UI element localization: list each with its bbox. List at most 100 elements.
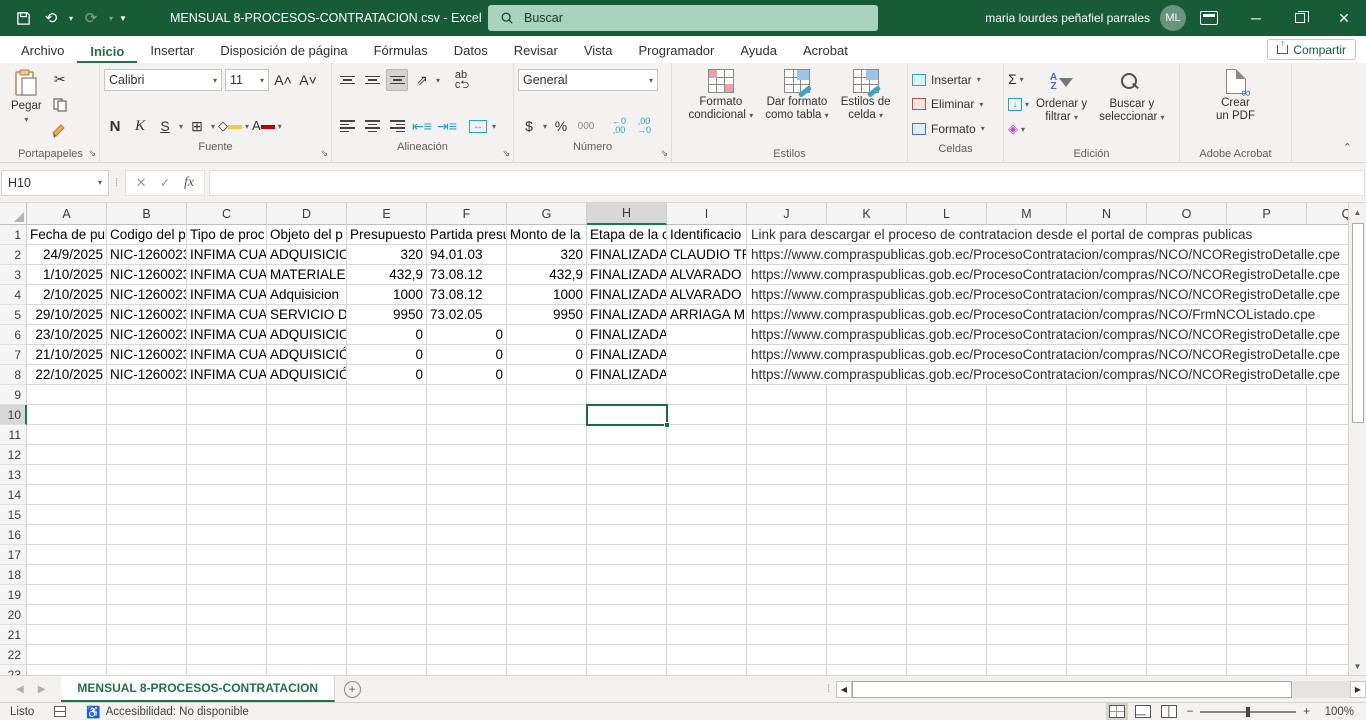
insert-function-icon[interactable]: fx bbox=[178, 175, 200, 191]
vertical-scrollbar[interactable]: ▲ ▼ bbox=[1348, 203, 1366, 675]
cell-I18[interactable] bbox=[667, 565, 747, 585]
cell-D4[interactable]: Adquisicion bbox=[267, 285, 347, 305]
cell-E9[interactable] bbox=[347, 385, 427, 405]
column-header-E[interactable]: E bbox=[347, 203, 427, 225]
cell-I12[interactable] bbox=[667, 445, 747, 465]
cell-F1[interactable]: Partida presu bbox=[427, 225, 507, 245]
cell-B15[interactable] bbox=[107, 505, 187, 525]
cell-L15[interactable] bbox=[907, 505, 987, 525]
cell-C14[interactable] bbox=[187, 485, 267, 505]
scroll-up-icon[interactable]: ▲ bbox=[1349, 203, 1366, 221]
cell-D12[interactable] bbox=[267, 445, 347, 465]
cell-D14[interactable] bbox=[267, 485, 347, 505]
minimize-button[interactable]: ─ bbox=[1234, 0, 1278, 36]
select-all-corner[interactable] bbox=[0, 203, 27, 225]
cell-J14[interactable] bbox=[747, 485, 827, 505]
cell-A5[interactable]: 29/10/2025 bbox=[27, 305, 107, 325]
cell-H14[interactable] bbox=[587, 485, 667, 505]
cell-B1[interactable]: Codigo del p bbox=[107, 225, 187, 245]
cell-O17[interactable] bbox=[1147, 545, 1227, 565]
fuente-dialog-launcher-icon[interactable]: ⇘ bbox=[320, 148, 328, 159]
row-header-14[interactable]: 14 bbox=[0, 485, 27, 505]
cell-A23[interactable] bbox=[27, 665, 107, 675]
cell-E11[interactable] bbox=[347, 425, 427, 445]
formula-input[interactable] bbox=[209, 170, 1365, 196]
cell-C8[interactable]: INFIMA CUANTIA bbox=[187, 365, 267, 385]
cell-Q18[interactable] bbox=[1307, 565, 1348, 585]
cell-C10[interactable] bbox=[187, 405, 267, 425]
italic-icon[interactable]: K bbox=[129, 115, 151, 137]
cell-B12[interactable] bbox=[107, 445, 187, 465]
cell-J11[interactable] bbox=[747, 425, 827, 445]
numero-dialog-launcher-icon[interactable]: ⇘ bbox=[660, 148, 668, 159]
cell-P10[interactable] bbox=[1227, 405, 1307, 425]
cell-C17[interactable] bbox=[187, 545, 267, 565]
row-header-12[interactable]: 12 bbox=[0, 445, 27, 465]
cell-J13[interactable] bbox=[747, 465, 827, 485]
sheet-prev-icon[interactable]: ◀ bbox=[16, 684, 24, 695]
cell-I21[interactable] bbox=[667, 625, 747, 645]
cell-A15[interactable] bbox=[27, 505, 107, 525]
cell-J10[interactable] bbox=[747, 405, 827, 425]
cell-G1[interactable]: Monto de la bbox=[507, 225, 587, 245]
column-header-H[interactable]: H bbox=[587, 203, 667, 225]
cell-I14[interactable] bbox=[667, 485, 747, 505]
cell-K20[interactable] bbox=[827, 605, 907, 625]
zoom-out-icon[interactable]: − bbox=[1187, 706, 1194, 718]
paste-button[interactable]: Pegar ▾ bbox=[6, 66, 47, 129]
redo-icon[interactable]: ⟳ bbox=[78, 4, 104, 32]
cell-H15[interactable] bbox=[587, 505, 667, 525]
new-sheet-button[interactable]: + bbox=[335, 676, 369, 702]
sheet-tab-active[interactable]: MENSUAL 8-PROCESOS-CONTRATACION bbox=[61, 676, 335, 702]
cell-E7[interactable]: 0 bbox=[347, 345, 427, 365]
cell-A10[interactable] bbox=[27, 405, 107, 425]
cell-F22[interactable] bbox=[427, 645, 507, 665]
scroll-down-icon[interactable]: ▼ bbox=[1349, 657, 1366, 675]
cell-E21[interactable] bbox=[347, 625, 427, 645]
cell-A6[interactable]: 23/10/2025 bbox=[27, 325, 107, 345]
cell-D6[interactable]: ADQUISICION bbox=[267, 325, 347, 345]
page-layout-view-button[interactable] bbox=[1135, 705, 1151, 718]
row-header-1[interactable]: 1 bbox=[0, 225, 27, 245]
cell-D18[interactable] bbox=[267, 565, 347, 585]
cell-C2[interactable]: INFIMA CUANTIA bbox=[187, 245, 267, 265]
cell-L23[interactable] bbox=[907, 665, 987, 675]
orientation-dropdown-icon[interactable]: ▾ bbox=[436, 76, 440, 85]
format-cells-button[interactable]: Formato ▾ bbox=[912, 117, 999, 140]
column-header-L[interactable]: L bbox=[907, 203, 987, 225]
cell-B2[interactable]: NIC-1260023 bbox=[107, 245, 187, 265]
cell-O14[interactable] bbox=[1147, 485, 1227, 505]
percent-style-icon[interactable]: % bbox=[550, 115, 572, 137]
find-select-button[interactable]: Buscar y seleccionar ▾ bbox=[1094, 66, 1169, 127]
cell-A12[interactable] bbox=[27, 445, 107, 465]
sheet-next-icon[interactable]: ▶ bbox=[38, 684, 46, 695]
column-header-F[interactable]: F bbox=[427, 203, 507, 225]
cell-I17[interactable] bbox=[667, 545, 747, 565]
cell-J22[interactable] bbox=[747, 645, 827, 665]
cell-E5[interactable]: 9950 bbox=[347, 305, 427, 325]
cell-J8-overflow-text[interactable]: https://www.compraspublicas.gob.ec/Proce… bbox=[747, 365, 1348, 384]
cell-C4[interactable]: INFIMA CUANTIA bbox=[187, 285, 267, 305]
row-header-6[interactable]: 6 bbox=[0, 325, 27, 345]
restore-button[interactable] bbox=[1278, 0, 1322, 36]
cell-D10[interactable] bbox=[267, 405, 347, 425]
cell-G3[interactable]: 432,9 bbox=[507, 265, 587, 285]
cell-N18[interactable] bbox=[1067, 565, 1147, 585]
cell-A21[interactable] bbox=[27, 625, 107, 645]
cell-B6[interactable]: NIC-1260023 bbox=[107, 325, 187, 345]
cell-O13[interactable] bbox=[1147, 465, 1227, 485]
cell-J12[interactable] bbox=[747, 445, 827, 465]
cell-M17[interactable] bbox=[987, 545, 1067, 565]
cell-Q14[interactable] bbox=[1307, 485, 1348, 505]
name-box[interactable]: H10 ▾ bbox=[1, 170, 109, 196]
cell-P16[interactable] bbox=[1227, 525, 1307, 545]
cell-I10[interactable] bbox=[667, 405, 747, 425]
tab-revisar[interactable]: Revisar bbox=[501, 43, 571, 63]
cell-I4[interactable]: ALVARADO E bbox=[667, 285, 747, 305]
zoom-slider-thumb[interactable] bbox=[1246, 707, 1250, 717]
cell-D2[interactable]: ADQUISICION bbox=[267, 245, 347, 265]
font-size-select[interactable]: 11▾ bbox=[225, 69, 269, 91]
cell-F3[interactable]: 73.08.12 bbox=[427, 265, 507, 285]
cell-G8[interactable]: 0 bbox=[507, 365, 587, 385]
align-bottom-icon[interactable] bbox=[386, 69, 408, 91]
